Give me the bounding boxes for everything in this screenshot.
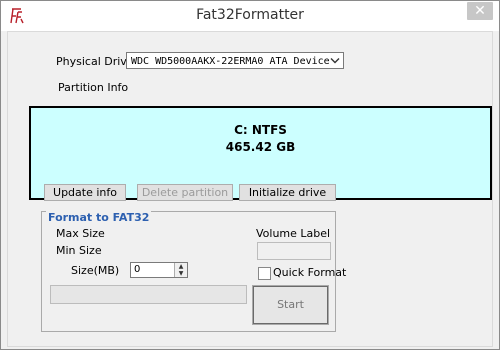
spin-up-icon[interactable]: ▲ [175, 263, 187, 270]
partition-drive: C: NTFS [234, 123, 287, 137]
chevron-down-icon [329, 54, 341, 67]
volume-label-input[interactable] [257, 242, 331, 260]
spin-down-icon[interactable]: ▼ [175, 270, 187, 277]
size-spinner[interactable]: ▲ ▼ [174, 263, 187, 277]
size-mb-value: 0 [134, 264, 141, 275]
app-window: Fat32Formatter ✕ Physical Drive WDC WD50… [0, 0, 500, 350]
physical-drive-value: WDC WD5000AAKX-22ERMA0 ATA Device [131, 56, 330, 67]
size-mb-label: Size(MB) [71, 264, 120, 277]
quick-format-checkbox[interactable] [258, 267, 271, 280]
size-mb-stepper[interactable]: 0 ▲ ▼ [130, 262, 188, 278]
quick-format-label: Quick Format [273, 266, 347, 279]
update-info-button[interactable]: Update info [44, 184, 126, 201]
delete-partition-button[interactable]: Delete partition [137, 184, 233, 201]
format-group-title: Format to FAT32 [46, 211, 152, 224]
physical-drive-select[interactable]: WDC WD5000AAKX-22ERMA0 ATA Device [126, 52, 344, 69]
format-group: Format to FAT32 Max Size Min Size Size(M… [41, 211, 346, 332]
window-title: Fat32Formatter [196, 7, 304, 23]
start-button[interactable]: Start [252, 285, 329, 325]
physical-drive-label: Physical Drive [56, 55, 134, 68]
main-panel: Physical Drive WDC WD5000AAKX-22ERMA0 AT… [7, 31, 493, 347]
partition-size: 465.42 GB [225, 140, 296, 154]
volume-label-label: Volume Label [256, 227, 331, 240]
max-size-label: Max Size [56, 227, 105, 240]
partition-info-label: Partition Info [58, 81, 129, 94]
initialize-drive-button[interactable]: Initialize drive [239, 184, 336, 201]
close-icon: ✕ [474, 3, 486, 19]
format-progress-bar [50, 285, 247, 304]
close-button[interactable]: ✕ [467, 2, 493, 20]
min-size-label: Min Size [56, 244, 102, 257]
title-bar[interactable]: Fat32Formatter ✕ [1, 1, 499, 31]
